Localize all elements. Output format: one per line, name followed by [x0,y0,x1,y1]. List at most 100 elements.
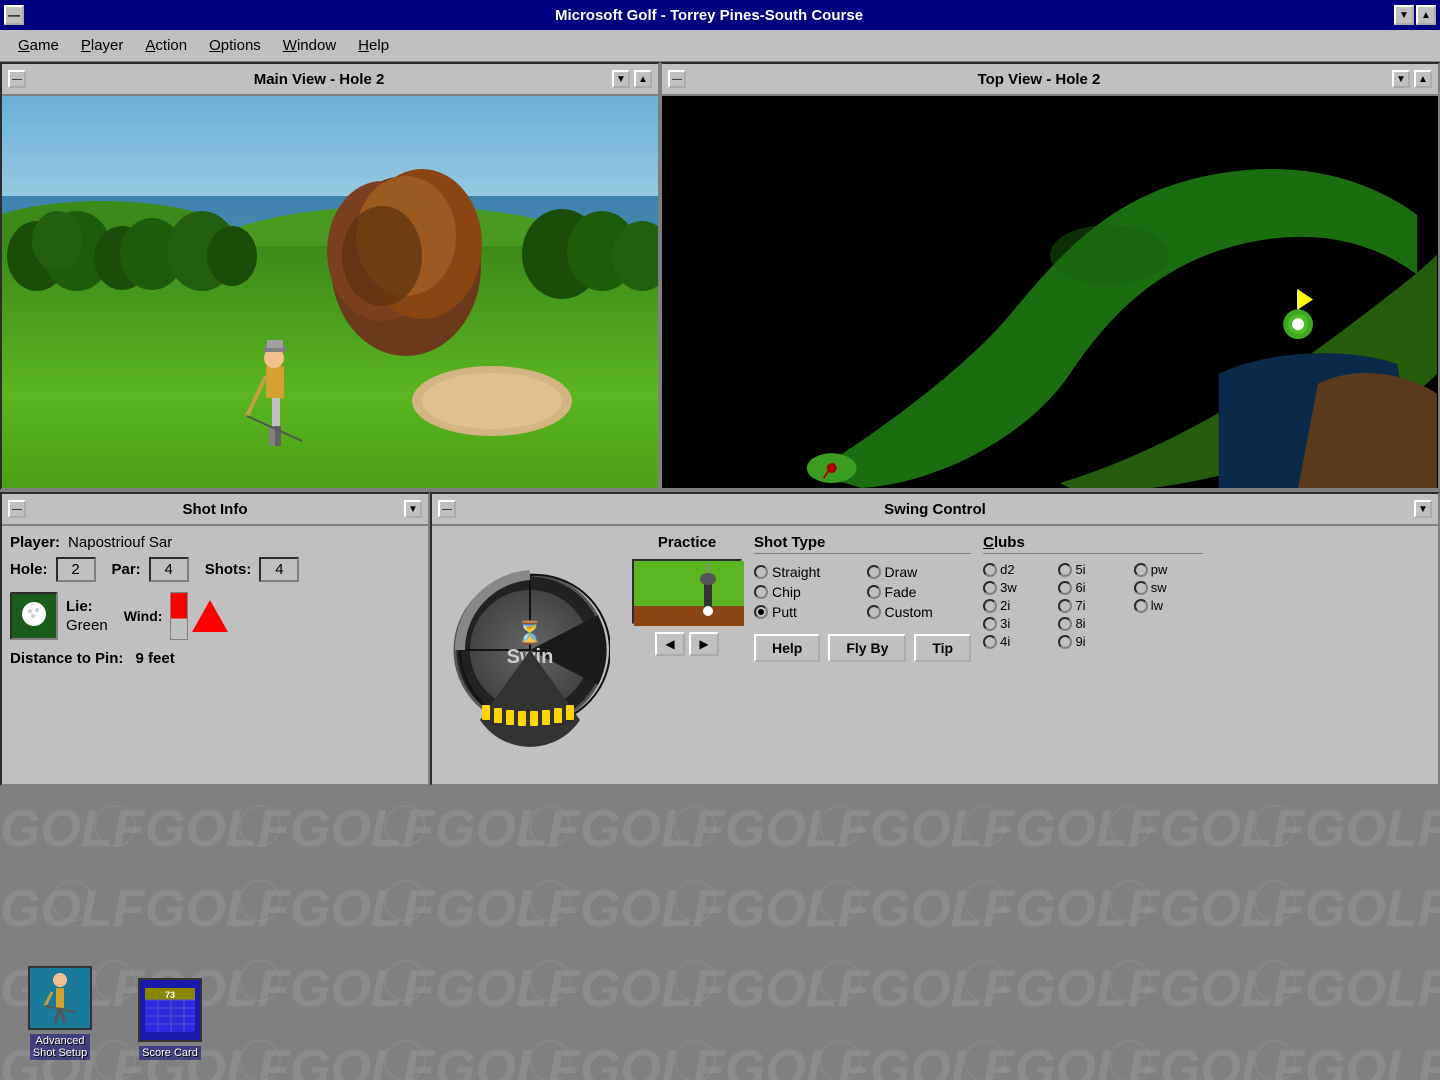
svg-text:GOLF: GOLF [1160,960,1306,1018]
system-menu-button[interactable]: — [4,5,24,25]
advanced-shot-setup-icon[interactable]: AdvancedShot Setup [20,966,100,1060]
4i-radio[interactable] [983,635,997,649]
menu-options[interactable]: Options [199,34,271,57]
svg-text:GOLF: GOLF [1015,960,1161,1018]
top-view-scroll-down[interactable]: ▼ [1392,70,1410,88]
club-sw[interactable]: sw [1134,580,1203,595]
swing-control-scroll[interactable]: ▼ [1414,500,1432,518]
2i-label: 2i [1000,598,1010,613]
score-card-svg: 73 [140,980,200,1040]
shot-type-draw[interactable]: Draw [867,564,972,580]
8i-radio[interactable] [1058,617,1072,631]
3i-radio[interactable] [983,617,997,631]
club-d2[interactable]: d2 [983,562,1052,577]
club-lw[interactable]: lw [1134,598,1203,613]
top-view-scroll-up[interactable]: ▲ [1414,70,1432,88]
2i-radio[interactable] [983,599,997,613]
shot-type-fade[interactable]: Fade [867,584,972,600]
shot-info-titlebar: — Shot Info ▼ [2,494,428,526]
practice-nav: ◀ ▶ [655,632,719,656]
top-view-svg [662,96,1438,488]
club-6i[interactable]: 6i [1058,580,1127,595]
club-5i[interactable]: 5i [1058,562,1127,577]
wind-bar [170,592,188,640]
bottom-section: — Shot Info ▼ Player: Napostriouf Sar Ho… [0,492,1440,1080]
score-card-icon[interactable]: 73 Score Card [130,978,210,1060]
shot-info-sys-btn[interactable]: — [8,500,26,518]
tip-button[interactable]: Tip [914,634,971,662]
wind-indicator [170,592,228,640]
shot-type-chip[interactable]: Chip [754,584,859,600]
putt-radio[interactable] [754,605,768,619]
hole-value: 2 [56,557,96,582]
club-4i[interactable]: 4i [983,634,1052,649]
clubs-title-text: C [983,534,994,551]
top-view-panel: — Top View - Hole 2 ▼ ▲ [660,62,1440,490]
custom-radio[interactable] [867,605,881,619]
practice-prev-btn[interactable]: ◀ [655,632,685,656]
shot-info-scroll[interactable]: ▼ [404,500,422,518]
svg-text:GOLF: GOLF [870,880,1016,938]
help-button[interactable]: Help [754,634,820,662]
club-7i[interactable]: 7i [1058,598,1127,613]
distance-row: Distance to Pin: 9 feet [10,650,420,667]
lw-radio[interactable] [1134,599,1148,613]
7i-radio[interactable] [1058,599,1072,613]
9i-radio[interactable] [1058,635,1072,649]
top-view-sys-btn[interactable]: — [668,70,686,88]
title-bar: — Microsoft Golf - Torrey Pines-South Co… [0,0,1440,30]
straight-radio[interactable] [754,565,768,579]
4i-label: 4i [1000,634,1010,649]
minimize-button[interactable]: ▼ [1394,5,1414,25]
menu-game[interactable]: Game [8,34,69,57]
shot-type-putt[interactable]: Putt [754,604,859,620]
fade-radio[interactable] [867,585,881,599]
svg-text:GOLF: GOLF [1160,880,1306,938]
swing-control-sys-btn[interactable]: — [438,500,456,518]
top-view-titlebar: — Top View - Hole 2 ▼ ▲ [662,64,1438,96]
clubs-grid: d2 5i pw [983,562,1203,649]
pw-radio[interactable] [1134,563,1148,577]
shot-setup-svg [30,968,90,1028]
shot-type-straight[interactable]: Straight [754,564,859,580]
main-view-scroll-up[interactable]: ▲ [634,70,652,88]
lw-label: lw [1151,598,1163,613]
menu-window[interactable]: Window [273,34,346,57]
par-label: Par: [112,561,141,578]
wallpaper-svg: .wtext { font-size: 52px; font-weight: b… [0,786,1440,1080]
window-title: Microsoft Golf - Torrey Pines-South Cour… [24,7,1394,24]
practice-next-btn[interactable]: ▶ [689,632,719,656]
sw-radio[interactable] [1134,581,1148,595]
lie-label: Lie: [66,598,108,615]
5i-radio[interactable] [1058,563,1072,577]
club-pw[interactable]: pw [1134,562,1203,577]
club-8i[interactable]: 8i [1058,616,1127,631]
chip-radio[interactable] [754,585,768,599]
maximize-button[interactable]: ▲ [1416,5,1436,25]
shot-type-custom[interactable]: Custom [867,604,972,620]
club-3w[interactable]: 3w [983,580,1052,595]
menu-player[interactable]: Player [71,34,134,57]
main-view-scroll-down[interactable]: ▼ [612,70,630,88]
3w-radio[interactable] [983,581,997,595]
6i-radio[interactable] [1058,581,1072,595]
swing-control-title: Swing Control [460,501,1410,518]
svg-text:GOLF: GOLF [290,960,436,1018]
club-3i[interactable]: 3i [983,616,1052,631]
main-view-sys-btn[interactable]: — [8,70,26,88]
club-2i[interactable]: 2i [983,598,1052,613]
player-name: Napostriouf Sar [68,534,172,551]
fly-by-button[interactable]: Fly By [828,634,906,662]
menu-action[interactable]: Action [135,34,197,57]
8i-label: 8i [1075,616,1085,631]
swing-meter-svg: ⏳ Swin [450,555,610,755]
shots-label: Shots: [205,561,252,578]
d2-radio[interactable] [983,563,997,577]
hole-label: Hole: [10,561,48,578]
menu-help[interactable]: Help [348,34,399,57]
shot-type-title-text: Shot Type [754,534,825,551]
draw-radio[interactable] [867,565,881,579]
swing-meter-area: ⏳ Swin [440,534,620,776]
club-9i[interactable]: 9i [1058,634,1127,649]
lie-label-text: Lie: [66,598,93,615]
